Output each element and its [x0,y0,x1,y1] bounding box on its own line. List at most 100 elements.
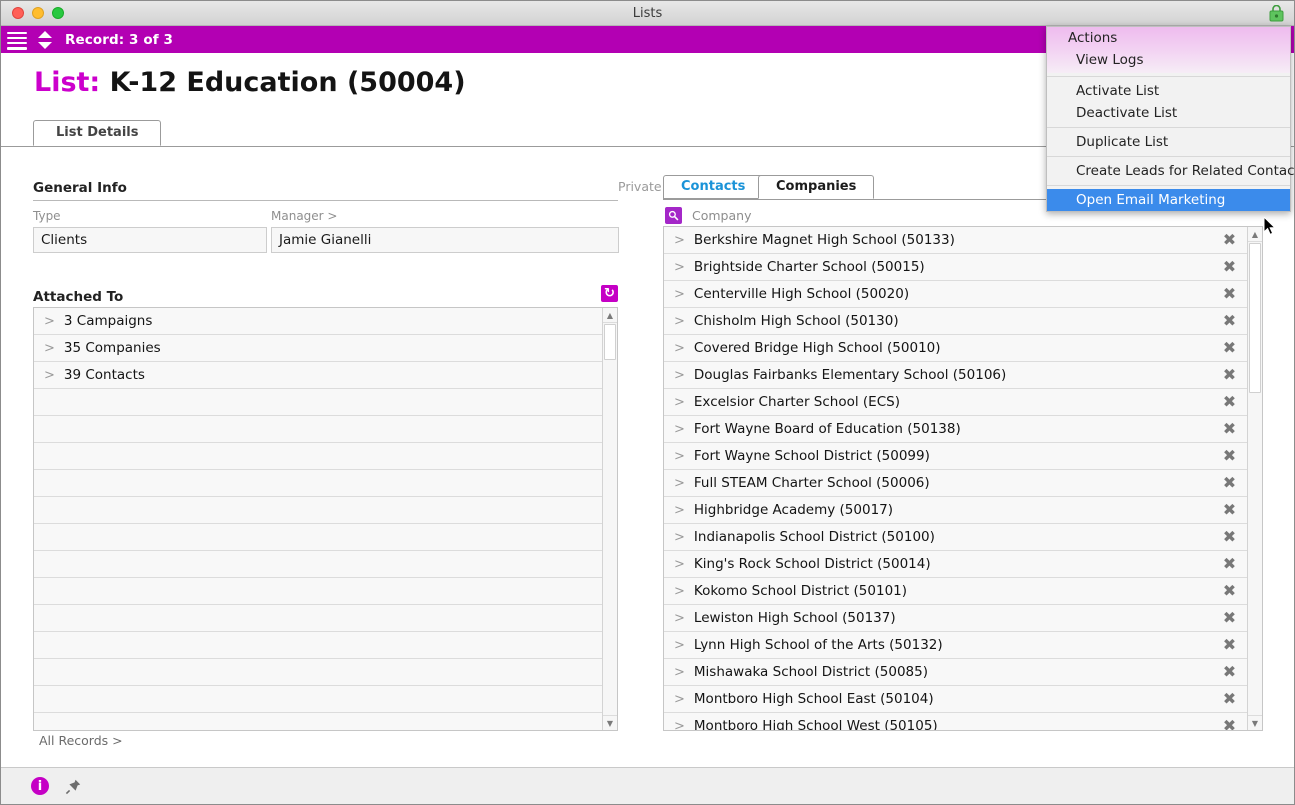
company-row[interactable]: > Covered Bridge High School (50010) ✖ [664,335,1247,362]
company-row[interactable]: > Full STEAM Charter School (50006) ✖ [664,470,1247,497]
remove-icon[interactable]: ✖ [1222,448,1237,464]
company-row[interactable]: > Chisholm High School (50130) ✖ [664,308,1247,335]
expand-chevron-icon[interactable]: > [44,341,55,356]
expand-chevron-icon[interactable]: > [674,287,685,302]
hamburger-menu-icon[interactable] [7,31,27,50]
expand-chevron-icon[interactable]: > [44,368,55,383]
field-type-value[interactable]: Clients [33,227,267,253]
company-row[interactable]: > Montboro High School West (50105) ✖ [664,713,1247,731]
company-row[interactable]: > Montboro High School East (50104) ✖ [664,686,1247,713]
expand-chevron-icon[interactable]: > [674,476,685,491]
attached-to-empty-row [34,416,602,443]
company-row[interactable]: > Indianapolis School District (50100) ✖ [664,524,1247,551]
expand-chevron-icon[interactable]: > [674,557,685,572]
company-row[interactable]: > Lynn High School of the Arts (50132) ✖ [664,632,1247,659]
remove-icon[interactable]: ✖ [1222,232,1237,248]
remove-icon[interactable]: ✖ [1222,583,1237,599]
tab-contacts[interactable]: Contacts [663,175,764,199]
expand-chevron-icon[interactable]: > [674,260,685,275]
menu-item-view-logs[interactable]: View Logs [1047,49,1290,71]
menu-item-deactivate-list[interactable]: Deactivate List [1047,102,1290,124]
expand-chevron-icon[interactable]: > [674,449,685,464]
company-row[interactable]: > Brightside Charter School (50015) ✖ [664,254,1247,281]
expand-chevron-icon[interactable]: > [674,341,685,356]
expand-chevron-icon[interactable]: > [674,503,685,518]
expand-chevron-icon[interactable]: > [674,665,685,680]
company-row[interactable]: > King's Rock School District (50014) ✖ [664,551,1247,578]
info-icon[interactable]: i [31,777,49,795]
menu-item-duplicate-list[interactable]: Duplicate List [1047,131,1290,153]
search-icon[interactable] [665,207,682,224]
remove-icon[interactable]: ✖ [1222,637,1237,653]
attached-to-scrollbar[interactable]: ▲ ▼ [602,308,617,730]
field-manager-label[interactable]: Manager > [271,209,619,223]
remove-icon[interactable]: ✖ [1222,691,1237,707]
expand-chevron-icon[interactable]: > [674,719,685,731]
companies-rows: > Berkshire Magnet High School (50133) ✖ > B… [664,227,1247,731]
remove-icon[interactable]: ✖ [1222,259,1237,275]
remove-icon[interactable]: ✖ [1222,556,1237,572]
company-row[interactable]: > Kokomo School District (50101) ✖ [664,578,1247,605]
company-row[interactable]: > Highbridge Academy (50017) ✖ [664,497,1247,524]
scroll-up-icon[interactable]: ▲ [1248,227,1262,242]
company-row[interactable]: > Mishawaka School District (50085) ✖ [664,659,1247,686]
expand-chevron-icon[interactable]: > [674,395,685,410]
field-manager: Manager > Jamie Gianelli [271,209,619,253]
remove-icon[interactable]: ✖ [1222,475,1237,491]
expand-chevron-icon[interactable]: > [674,314,685,329]
company-row-label: Berkshire Magnet High School (50133) [693,232,955,248]
menu-item-create-leads[interactable]: Create Leads for Related Contacts [1047,160,1294,182]
refresh-icon[interactable]: ↻ [601,285,618,302]
remove-icon[interactable]: ✖ [1222,502,1237,518]
remove-icon[interactable]: ✖ [1222,340,1237,356]
company-row[interactable]: > Excelsior Charter School (ECS) ✖ [664,389,1247,416]
scroll-thumb[interactable] [604,324,616,360]
attached-to-listbox: >3 Campaigns >35 Companies >39 Contacts ▲ … [33,307,618,731]
menu-item-activate-list[interactable]: Activate List [1047,80,1290,102]
remove-icon[interactable]: ✖ [1222,421,1237,437]
tab-list-details[interactable]: List Details [33,120,162,146]
pin-icon[interactable] [65,778,82,795]
expand-chevron-icon[interactable]: > [674,233,685,248]
attached-to-row[interactable]: >3 Campaigns [34,308,602,335]
scroll-down-icon[interactable]: ▼ [1248,715,1262,730]
expand-chevron-icon[interactable]: > [674,692,685,707]
menu-item-open-email-marketing[interactable]: Open Email Marketing [1047,189,1290,211]
record-stepper-icon[interactable] [36,30,54,50]
attached-to-empty-row [34,551,602,578]
scroll-thumb[interactable] [1249,243,1261,393]
companies-scrollbar[interactable]: ▲ ▼ [1247,227,1262,730]
tab-companies[interactable]: Companies [758,175,875,199]
company-row[interactable]: > Berkshire Magnet High School (50133) ✖ [664,227,1247,254]
remove-icon[interactable]: ✖ [1222,313,1237,329]
company-row[interactable]: > Lewiston High School (50137) ✖ [664,605,1247,632]
attached-to-empty-row [34,605,602,632]
scroll-up-icon[interactable]: ▲ [603,308,617,323]
attached-to-row[interactable]: >39 Contacts [34,362,602,389]
field-manager-value[interactable]: Jamie Gianelli [271,227,619,253]
expand-chevron-icon[interactable]: > [44,314,55,329]
company-row-label: Douglas Fairbanks Elementary School (501… [693,367,1007,383]
menu-divider [1047,185,1290,186]
remove-icon[interactable]: ✖ [1222,664,1237,680]
expand-chevron-icon[interactable]: > [674,368,685,383]
remove-icon[interactable]: ✖ [1222,718,1237,731]
company-row[interactable]: > Fort Wayne Board of Education (50138) ✖ [664,416,1247,443]
remove-icon[interactable]: ✖ [1222,367,1237,383]
expand-chevron-icon[interactable]: > [674,611,685,626]
expand-chevron-icon[interactable]: > [674,584,685,599]
remove-icon[interactable]: ✖ [1222,529,1237,545]
expand-chevron-icon[interactable]: > [674,530,685,545]
company-row[interactable]: > Centerville High School (50020) ✖ [664,281,1247,308]
remove-icon[interactable]: ✖ [1222,610,1237,626]
company-row[interactable]: > Douglas Fairbanks Elementary School (50… [664,362,1247,389]
all-records-link[interactable]: All Records > [39,733,123,748]
remove-icon[interactable]: ✖ [1222,394,1237,410]
attached-to-row[interactable]: >35 Companies [34,335,602,362]
search-input[interactable]: Company [692,208,751,223]
expand-chevron-icon[interactable]: > [674,422,685,437]
remove-icon[interactable]: ✖ [1222,286,1237,302]
expand-chevron-icon[interactable]: > [674,638,685,653]
company-row[interactable]: > Fort Wayne School District (50099) ✖ [664,443,1247,470]
scroll-down-icon[interactable]: ▼ [603,715,617,730]
